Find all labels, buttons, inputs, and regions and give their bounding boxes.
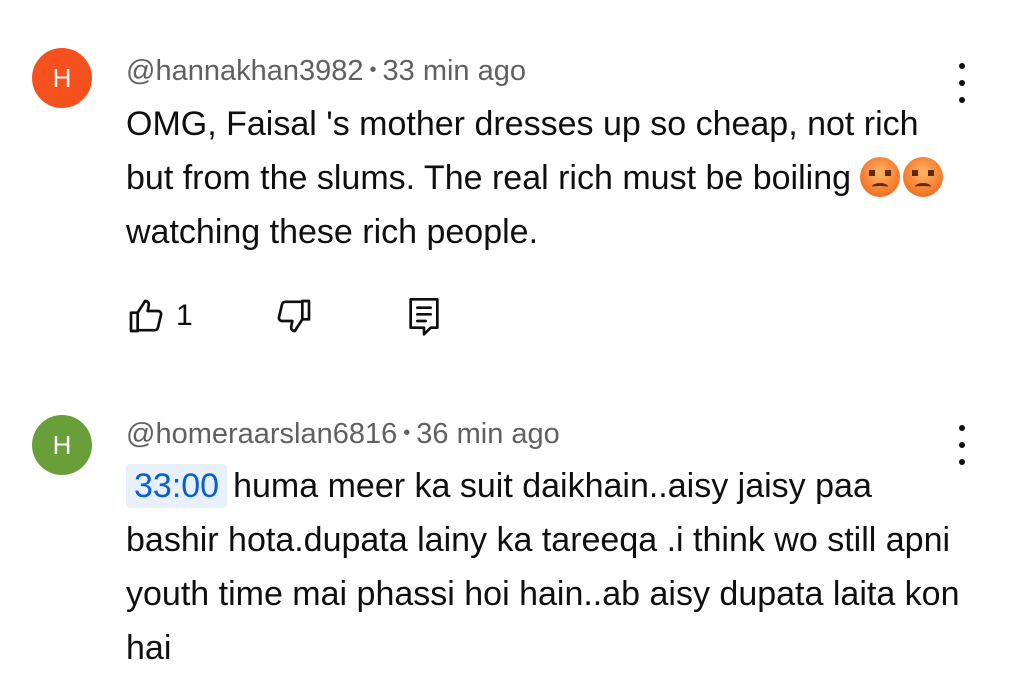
comment-item: H @homeraarslan6816 • 36 min ago 33:00 huma… bbox=[0, 370, 1024, 697]
reply-button[interactable] bbox=[404, 294, 444, 338]
comment-meta: @homeraarslan6816 • 36 min ago bbox=[126, 418, 560, 451]
angry-face-emoji-icon bbox=[860, 157, 901, 197]
avatar-letter: H bbox=[52, 429, 72, 460]
angry-face-emoji-icon bbox=[903, 157, 944, 197]
like-button[interactable]: 1 bbox=[126, 294, 193, 338]
avatar[interactable]: H bbox=[32, 48, 92, 108]
more-vertical-icon bbox=[959, 425, 965, 431]
avatar[interactable]: H bbox=[32, 415, 92, 475]
comment-time[interactable]: 36 min ago bbox=[416, 418, 560, 450]
comment-author[interactable]: @homeraarslan6816 bbox=[126, 418, 397, 450]
comment-meta: @hannakhan3982 • 33 min ago bbox=[126, 55, 526, 88]
avatar-letter: H bbox=[52, 62, 72, 93]
comment-text: 33:00 huma meer ka suit daikhain..aisy ja… bbox=[126, 459, 966, 675]
comment-item: H @hannakhan3982 • 33 min ago OMG, Faisal … bbox=[0, 0, 1024, 370]
comment-text-part: watching these rich people. bbox=[126, 213, 539, 251]
comment-text-part: OMG, Faisal 's mother dresses up so chea… bbox=[126, 105, 919, 197]
comment-reply-icon bbox=[409, 298, 439, 336]
comment-text-part: huma meer ka suit daikhain..aisy jaisy p… bbox=[126, 467, 960, 667]
dislike-button[interactable] bbox=[274, 294, 314, 338]
like-count: 1 bbox=[176, 299, 193, 332]
thumb-up-icon bbox=[129, 299, 163, 333]
more-options-button[interactable] bbox=[952, 425, 972, 465]
comment-text: OMG, Faisal 's mother dresses up so chea… bbox=[126, 97, 966, 259]
meta-separator: • bbox=[369, 59, 377, 81]
comment-time[interactable]: 33 min ago bbox=[383, 55, 527, 87]
more-options-button[interactable] bbox=[952, 63, 972, 103]
meta-separator: • bbox=[403, 422, 411, 444]
timestamp-link[interactable]: 33:00 bbox=[126, 464, 228, 508]
more-vertical-icon bbox=[959, 63, 965, 69]
comment-author[interactable]: @hannakhan3982 bbox=[126, 55, 363, 87]
comment-actions: 1 bbox=[126, 294, 526, 338]
thumb-down-icon bbox=[277, 299, 311, 333]
